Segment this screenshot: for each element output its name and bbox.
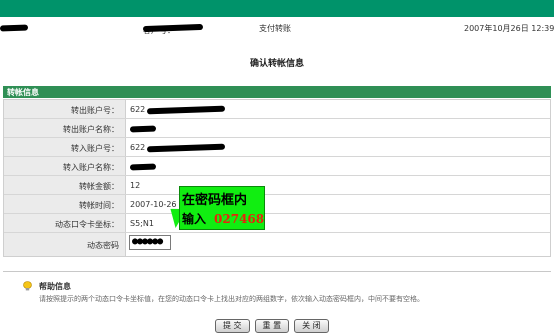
button-bar: 提 交 重 置 关 闭 <box>215 319 329 333</box>
form-label: 转帐时间： <box>4 195 126 213</box>
page-name: 支付转账 <box>259 24 291 33</box>
form-label: 转帐金额： <box>4 176 126 194</box>
form-row-time: 转帐时间： 2007-10-26 12 <box>4 195 550 214</box>
form-label: 转出账户号： <box>4 100 126 118</box>
form-row-to-account: 转入账户号： 622 <box>4 138 550 157</box>
form-row-password: 动态密码 ●●●●●● <box>4 233 550 256</box>
section-header: 转帐信息 <box>3 86 551 98</box>
datetime: 2007年10月26日 12:39 <box>464 24 554 33</box>
form-value: ●●●●●● <box>126 233 550 256</box>
annotation-callout: 在密码框内 输入 027468 <box>179 186 265 230</box>
page-title: 确认转帐信息 <box>249 59 304 69</box>
help-title: 帮助信息 <box>39 282 71 291</box>
form-label: 动态密码 <box>4 233 126 256</box>
reset-button[interactable]: 重 置 <box>254 319 290 333</box>
transfer-info-form: 转出账户号： 622 转出账户名称： 转入账户号： 622 转入账户名称： 转帐… <box>3 99 551 257</box>
callout-code: 027468 <box>214 212 265 226</box>
submit-button[interactable]: 提 交 <box>215 319 250 333</box>
form-value: 622 <box>126 138 550 156</box>
form-row-amount: 转帐金额： 12 <box>4 176 550 195</box>
divider <box>3 271 551 272</box>
close-button[interactable]: 关 闭 <box>294 319 329 333</box>
form-value <box>126 119 550 137</box>
callout-line1: 在密码框内 <box>182 193 248 208</box>
form-row-from-name: 转出账户名称： <box>4 119 550 138</box>
form-row-card-coords: 动态口令卡坐标： S5;N1 <box>4 214 550 233</box>
form-row-from-account: 转出账户号： 622 <box>4 100 550 119</box>
info-bar: 客户号： 支付转账 2007年10月26日 12:39 <box>0 21 554 35</box>
callout-line2: 输入 027468 <box>182 212 265 226</box>
form-label: 转入账户号： <box>4 138 126 156</box>
help-text: 请按照提示的两个动态口令卡坐标值，在您的动态口令卡上找出对应的两组数字，依次输入… <box>39 295 424 303</box>
form-value <box>126 157 550 175</box>
form-value: 622 <box>126 100 550 118</box>
dynamic-password-input[interactable]: ●●●●●● <box>129 235 171 250</box>
form-row-to-name: 转入账户名称： <box>4 157 550 176</box>
top-banner <box>0 0 554 17</box>
form-label: 转入账户名称： <box>4 157 126 175</box>
form-label: 转出账户名称： <box>4 119 126 137</box>
help-bulb-icon <box>23 281 32 291</box>
form-label: 动态口令卡坐标： <box>4 214 126 232</box>
